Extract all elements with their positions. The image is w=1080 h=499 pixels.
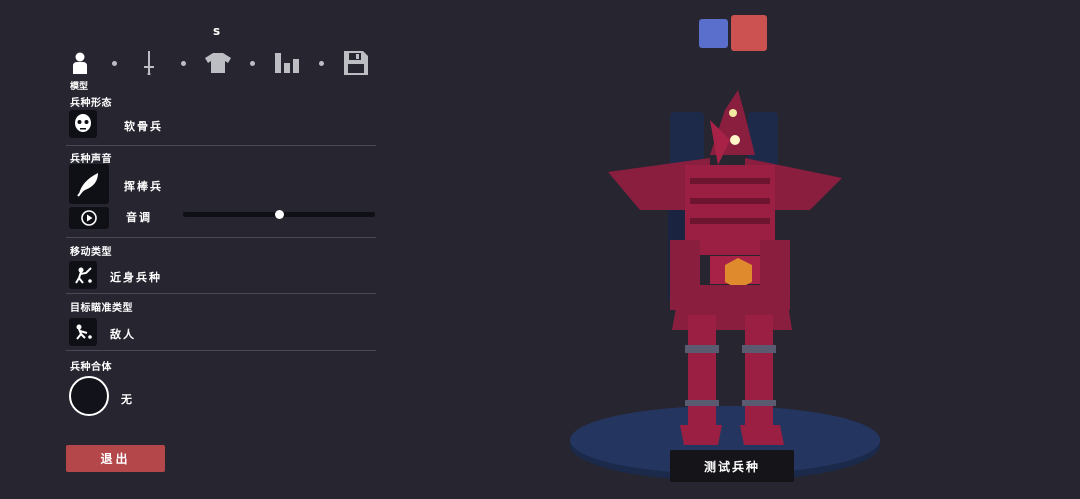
pitch-slider-knob[interactable] xyxy=(275,210,284,219)
play-voice-button[interactable] xyxy=(69,207,109,229)
movement-type-value: 近身兵种 xyxy=(110,271,162,284)
section-divider xyxy=(66,237,376,238)
tab-separator-dot xyxy=(112,61,117,66)
pitch-slider[interactable] xyxy=(183,210,375,219)
targeting-type-picker[interactable] xyxy=(69,318,97,346)
tab-clothing[interactable] xyxy=(204,48,232,78)
test-unit-button[interactable]: 测试兵种 xyxy=(670,450,794,482)
target-enemy-icon xyxy=(76,324,92,340)
unit-form-title: 兵种形态 xyxy=(70,98,112,109)
tab-stats[interactable] xyxy=(273,48,301,78)
team-color-red-swatch[interactable] xyxy=(731,15,767,51)
exit-button[interactable]: 退出 xyxy=(66,445,165,472)
tab-weapons[interactable] xyxy=(135,48,163,78)
save-icon xyxy=(344,51,368,75)
unit-fusion-picker[interactable] xyxy=(69,376,109,416)
section-divider xyxy=(66,145,376,146)
pitch-label: 音调 xyxy=(126,211,152,224)
unit-preview-model xyxy=(570,90,880,480)
shirt-icon xyxy=(205,53,231,73)
tab-separator-dot xyxy=(319,61,324,66)
unit-voice-title: 兵种声音 xyxy=(70,154,112,165)
hotkey-hint: s xyxy=(213,24,221,38)
tab-model[interactable] xyxy=(66,48,94,78)
unit-fusion-title: 兵种合体 xyxy=(70,362,112,373)
section-divider xyxy=(66,350,376,351)
targeting-type-value: 敌人 xyxy=(110,328,136,341)
active-tab-caption: 模型 xyxy=(70,82,89,92)
unit-form-picker[interactable] xyxy=(69,110,97,138)
tab-separator-dot xyxy=(181,61,186,66)
skull-mask-icon xyxy=(75,114,91,132)
melee-unit-icon xyxy=(75,267,92,284)
play-icon xyxy=(81,210,97,226)
movement-type-title: 移动类型 xyxy=(70,247,112,258)
targeting-type-title: 目标瞄准类型 xyxy=(70,303,133,314)
person-icon xyxy=(73,52,87,74)
team-color-blue-swatch[interactable] xyxy=(699,19,728,48)
unit-creator-screen: s 模型 兵种形态 软骨兵 兵种声音 挥棒兵 音调 移动类型 近身兵种 目标瞄准… xyxy=(0,0,1080,499)
section-divider xyxy=(66,293,376,294)
tab-separator-dot xyxy=(250,61,255,66)
bar-chart-icon xyxy=(275,53,299,73)
unit-form-value: 软骨兵 xyxy=(124,120,163,133)
unit-voice-value: 挥棒兵 xyxy=(124,180,163,193)
sword-icon xyxy=(144,51,154,75)
feather-icon xyxy=(77,173,98,197)
movement-type-picker[interactable] xyxy=(69,261,97,289)
unit-fusion-value: 无 xyxy=(121,393,134,406)
unit-voice-picker[interactable] xyxy=(69,164,109,204)
tab-save[interactable] xyxy=(342,48,370,78)
